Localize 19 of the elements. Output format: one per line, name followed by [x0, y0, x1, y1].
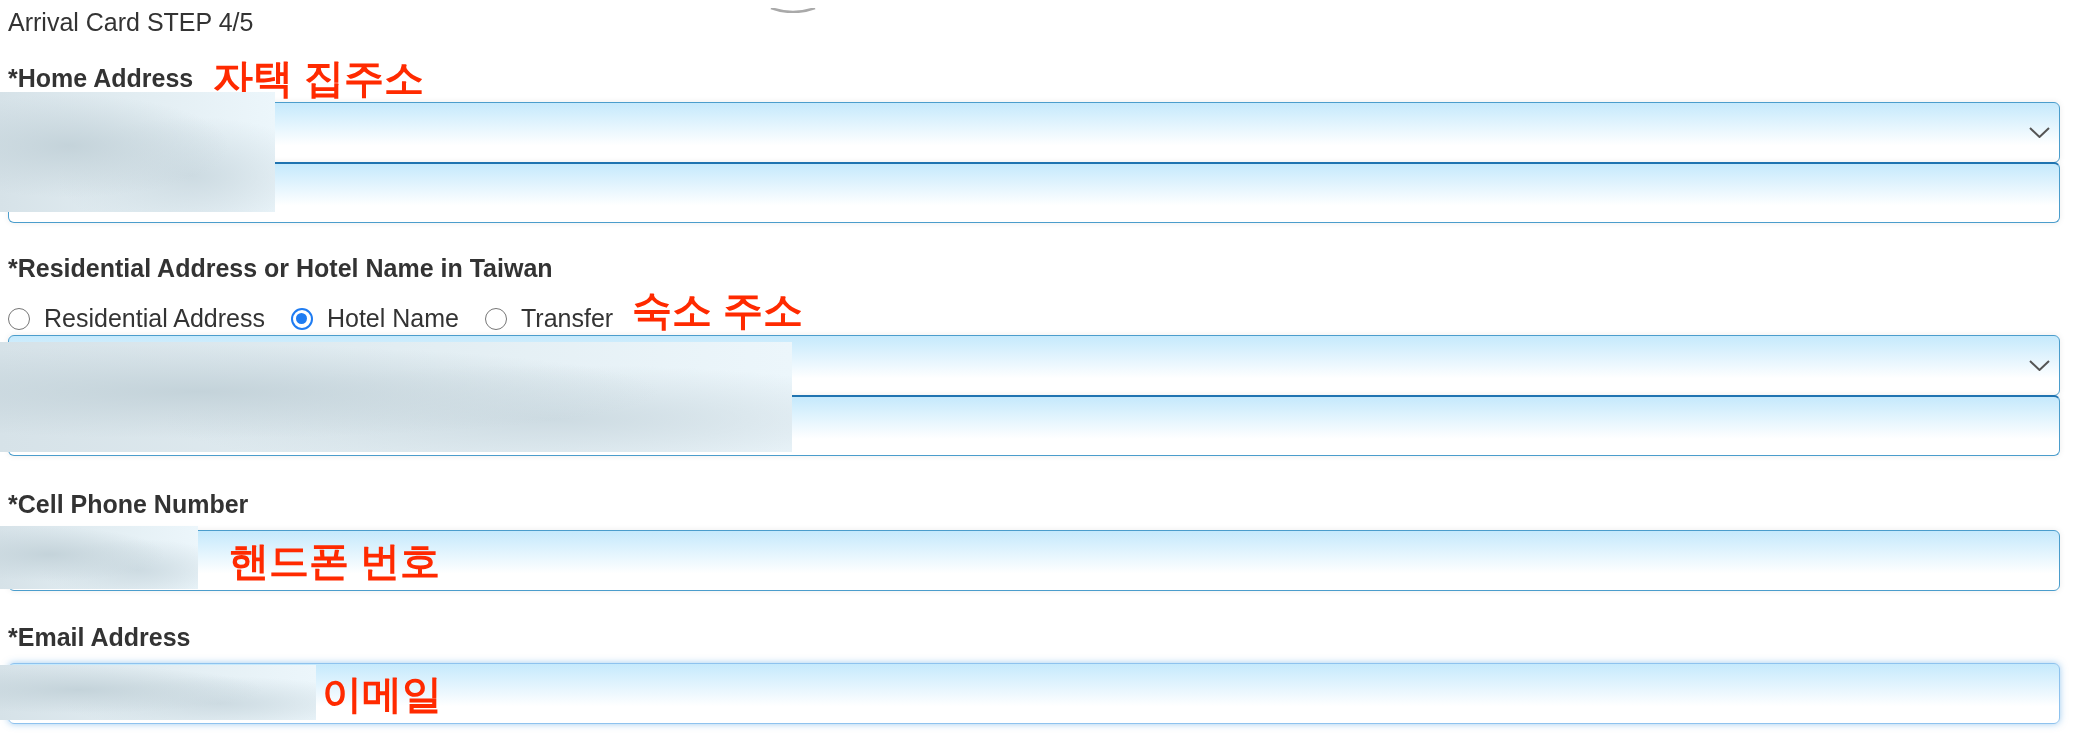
- arc-icon: [770, 8, 816, 13]
- radio-button[interactable]: [8, 307, 30, 330]
- radio-label[interactable]: Residential Address: [44, 304, 265, 333]
- annotation-text: 핸드폰 번호: [229, 537, 441, 584]
- radio-label[interactable]: Hotel Name: [326, 304, 459, 333]
- annotation-text: 자택 집주소: [213, 55, 425, 101]
- radio-label[interactable]: Transfer: [520, 304, 614, 333]
- field-label: *Cell Phone Number: [8, 490, 249, 519]
- page-title: Arrival Card STEP 4/5: [8, 8, 254, 37]
- radio-button[interactable]: [484, 307, 507, 330]
- chevron-down-icon: [2029, 360, 2050, 371]
- input-field[interactable]: [8, 530, 2060, 591]
- annotation-text: 이메일: [322, 670, 442, 717]
- field-label: *Residential Address or Hotel Name in Taiwan: [8, 254, 553, 283]
- chevron-down-icon: [2029, 127, 2050, 138]
- radio-button[interactable]: [290, 307, 313, 330]
- annotation-text: 숙소 주소: [632, 287, 804, 333]
- field-label: *Home Address: [8, 63, 194, 93]
- field-label: *Email Address: [8, 623, 191, 652]
